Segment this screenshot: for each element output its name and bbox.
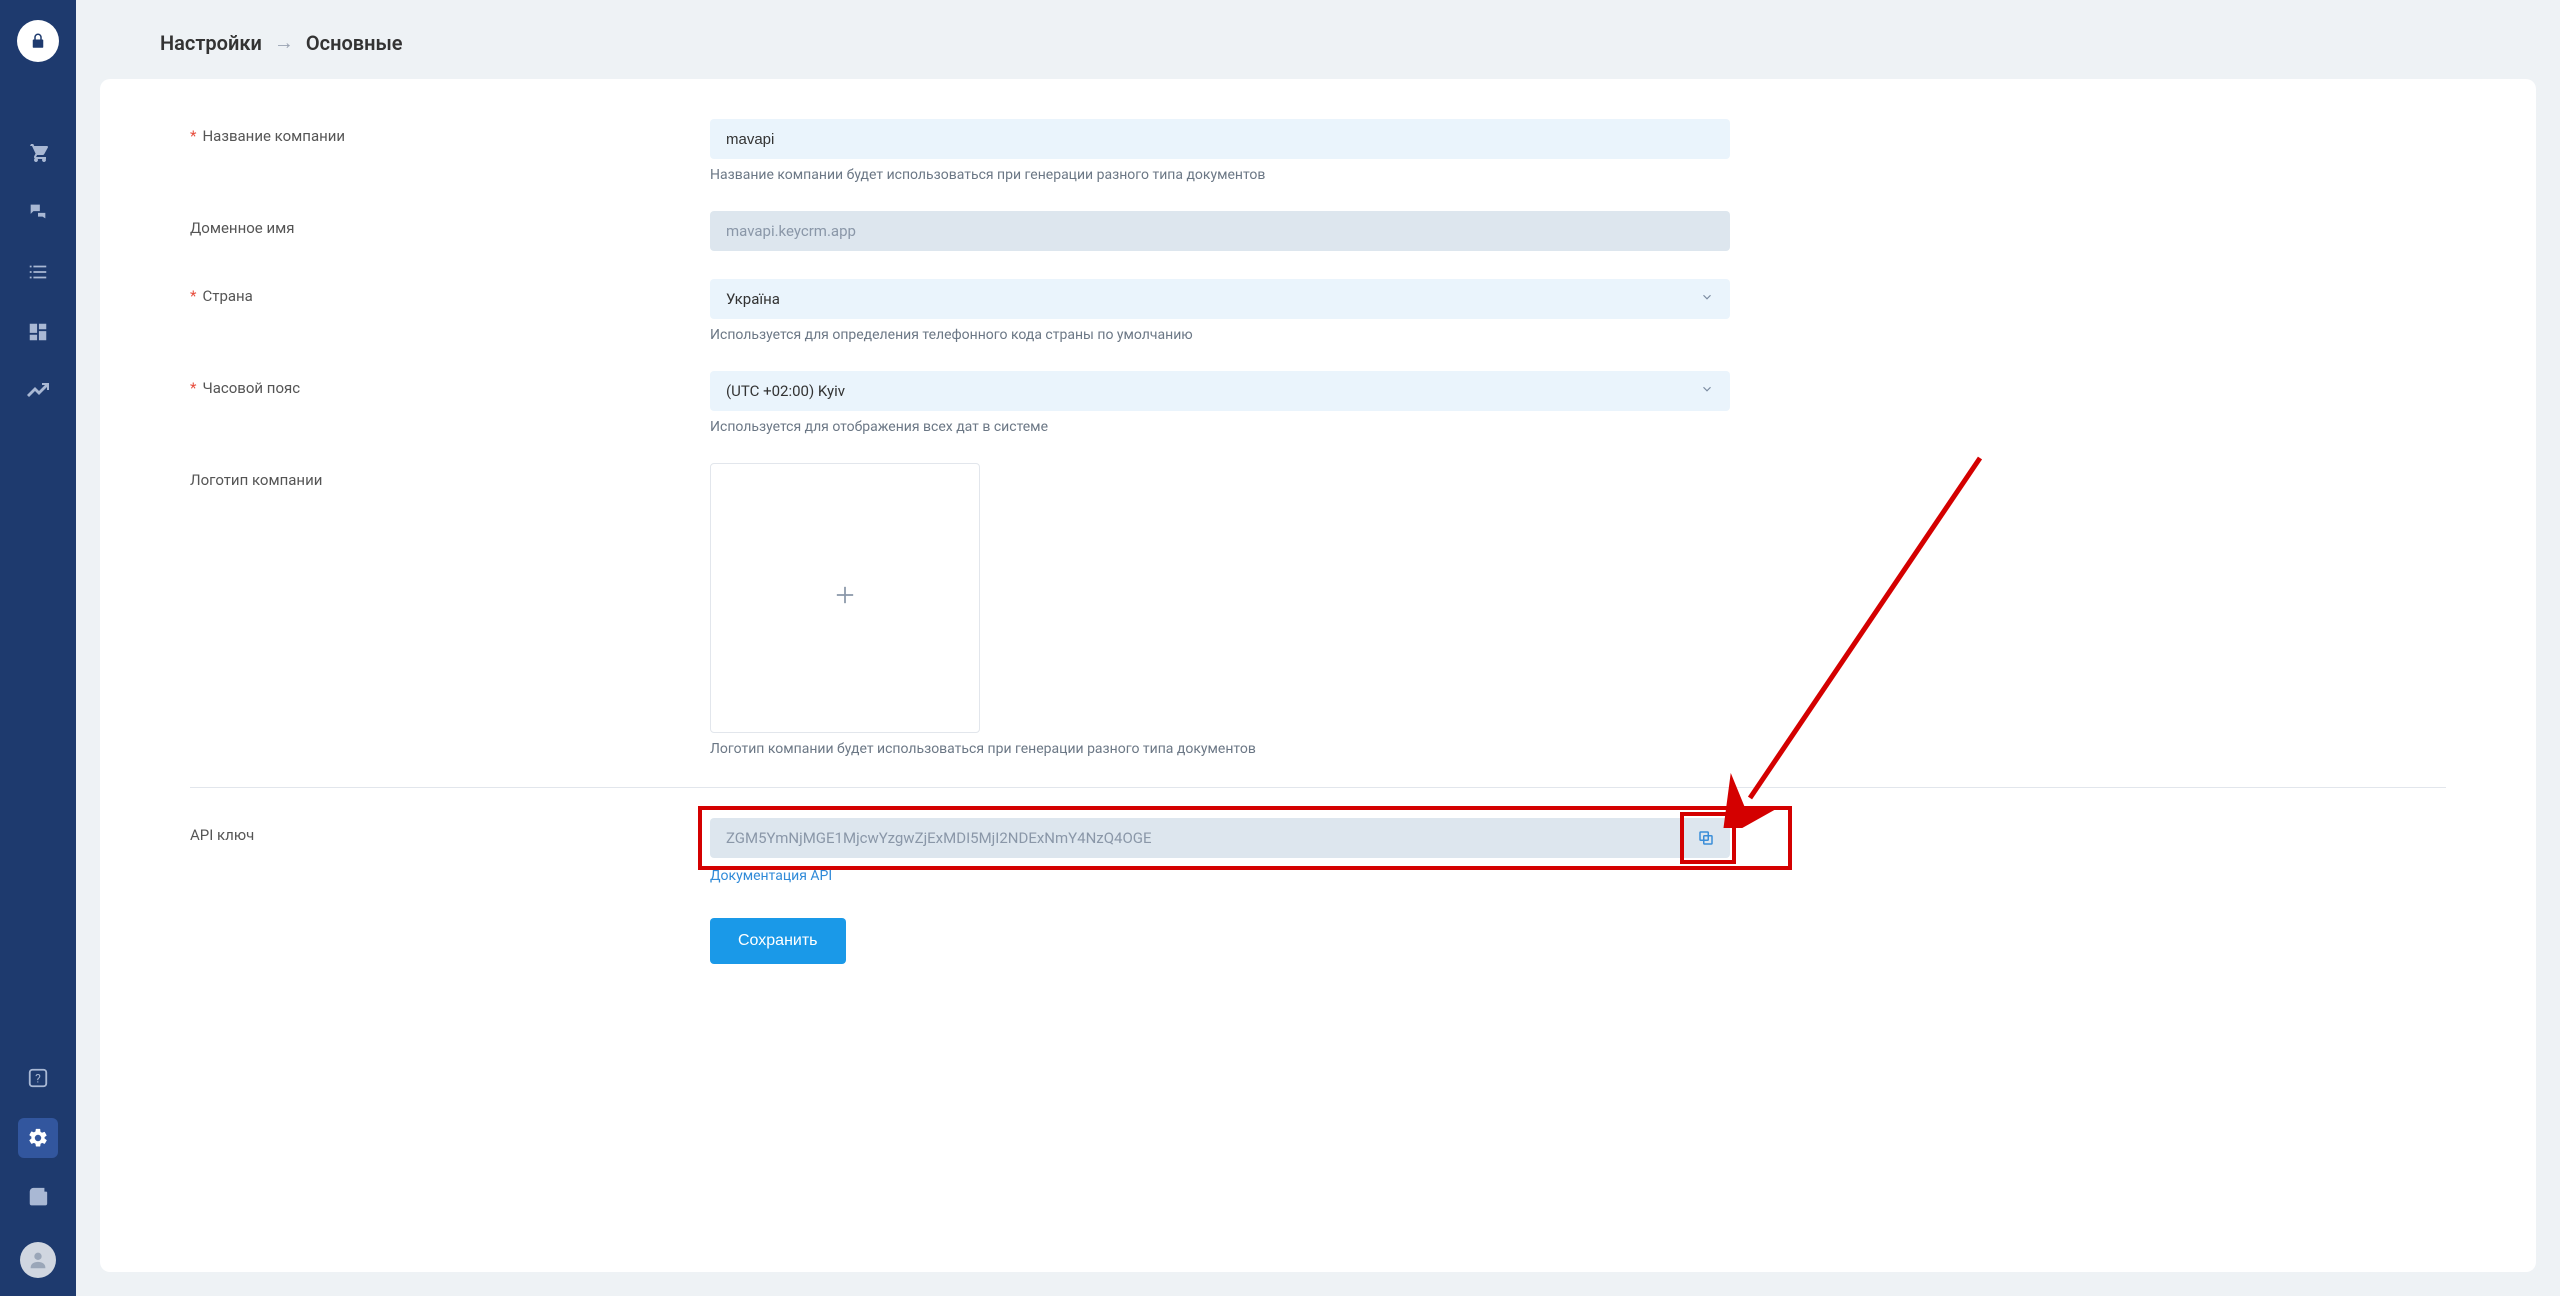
breadcrumb-sep-icon: →: [274, 30, 294, 55]
save-button[interactable]: Сохранить: [710, 918, 846, 964]
nav-cart-icon[interactable]: [18, 132, 58, 172]
breadcrumb: Настройки → Основные: [100, 0, 2536, 79]
api-doc-link[interactable]: Документация API: [710, 868, 832, 884]
settings-card: *Название компании Название компании буд…: [100, 79, 2536, 1272]
label-logo: Логотип компании: [190, 463, 710, 757]
label-company-name: *Название компании: [190, 119, 710, 183]
nav-chat-icon[interactable]: [18, 192, 58, 232]
timezone-select[interactable]: (UTC +02:00) Kyiv: [710, 371, 1730, 411]
helper-logo: Логотип компании будет использоваться пр…: [710, 741, 1730, 757]
nav-settings-icon[interactable]: [18, 1118, 58, 1158]
chevron-down-icon: [1700, 382, 1714, 400]
chevron-down-icon: [1700, 290, 1714, 308]
api-key-field: ZGM5YmNjMGE1MjcwYzgwZjExMDI5MjI2NDExNmY4…: [710, 818, 1730, 858]
label-api-key: API ключ: [190, 818, 710, 844]
logo-upload-box[interactable]: [710, 463, 980, 733]
domain-input: mavapi.keycrm.app: [710, 211, 1730, 251]
nav-help-icon[interactable]: ?: [18, 1058, 58, 1098]
user-avatar[interactable]: [20, 1242, 56, 1278]
sidebar: ?: [0, 0, 76, 1296]
helper-timezone: Используется для отображения всех дат в …: [710, 419, 1730, 435]
svg-text:?: ?: [35, 1072, 41, 1086]
app-logo[interactable]: [17, 20, 59, 62]
nav-tasks-icon[interactable]: [18, 252, 58, 292]
nav-analytics-icon[interactable]: [18, 372, 58, 412]
label-domain: Доменное имя: [190, 211, 710, 251]
plus-icon: [831, 581, 859, 616]
section-divider: [190, 787, 2446, 788]
helper-country: Используется для определения телефонного…: [710, 327, 1730, 343]
label-timezone: *Часовой пояс: [190, 371, 710, 435]
breadcrumb-root[interactable]: Настройки: [160, 31, 262, 55]
main-content: Настройки → Основные *Название компании …: [76, 0, 2560, 1296]
country-select[interactable]: Україна: [710, 279, 1730, 319]
nav-warehouse-icon[interactable]: [18, 312, 58, 352]
helper-company-name: Название компании будет использоваться п…: [710, 167, 1730, 183]
nav-wallet-icon[interactable]: [18, 1178, 58, 1218]
label-country: *Страна: [190, 279, 710, 343]
company-name-input[interactable]: [710, 119, 1730, 159]
copy-api-key-button[interactable]: [1682, 818, 1730, 858]
breadcrumb-current: Основные: [306, 31, 403, 55]
api-key-value: ZGM5YmNjMGE1MjcwYzgwZjExMDI5MjI2NDExNmY4…: [726, 829, 1682, 847]
